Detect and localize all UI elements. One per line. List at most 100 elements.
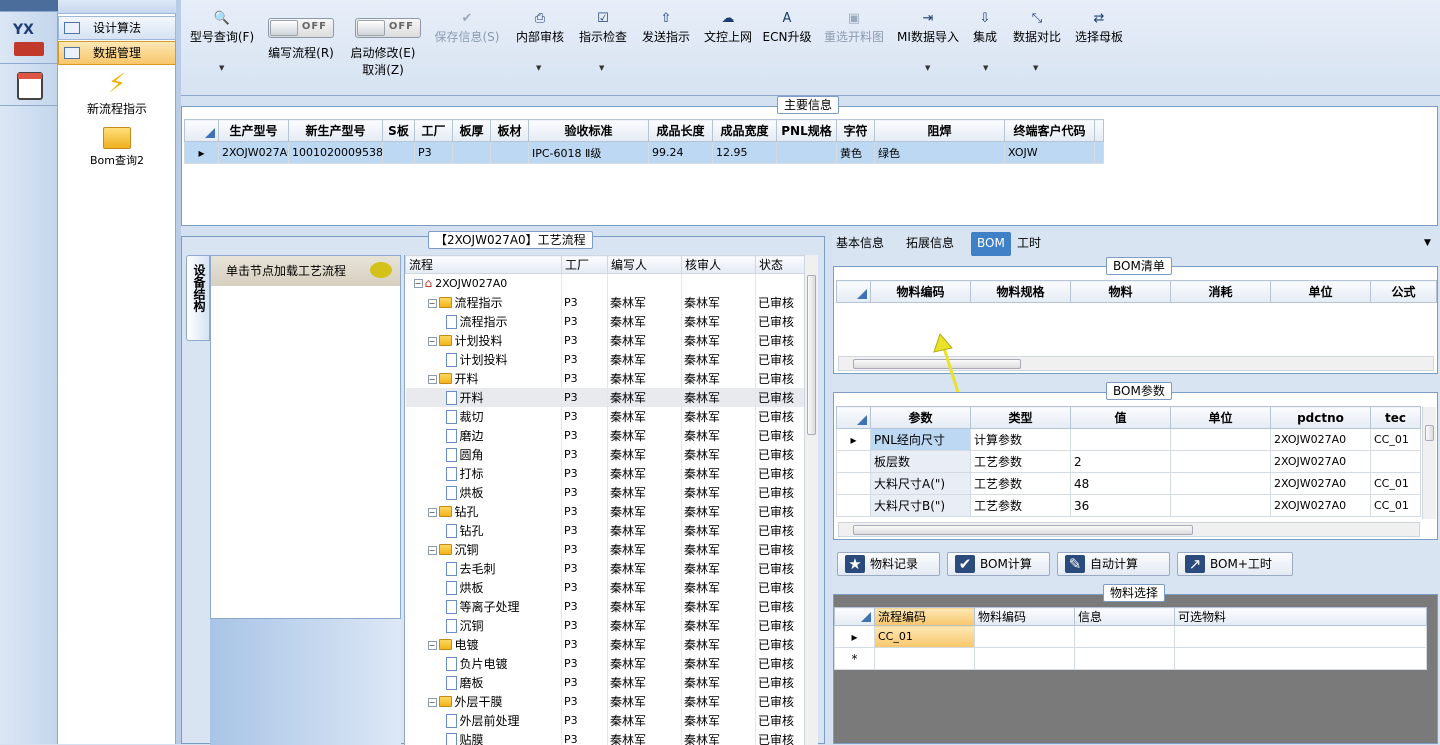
data-compare-button[interactable]: ⤡数据对比 — [1007, 12, 1067, 44]
row-indicator[interactable]: ▸ — [837, 429, 871, 451]
row-indicator[interactable] — [837, 473, 871, 495]
reselect-cut-diagram-button[interactable]: ▣重选开料图 — [819, 12, 889, 44]
table-cell[interactable]: PNL经向尺寸 — [871, 429, 971, 451]
table-cell[interactable] — [1071, 429, 1171, 451]
table-cell[interactable]: 2XOJW027A0 — [1271, 451, 1371, 473]
table-cell[interactable] — [975, 648, 1075, 670]
tree-cell[interactable]: 负片电镀 — [406, 654, 562, 673]
table-cell[interactable]: 12.95 — [713, 142, 777, 164]
column-header[interactable]: 新生产型号 — [289, 120, 383, 142]
device-structure-tab[interactable]: 设备结构 — [186, 255, 210, 341]
table-cell[interactable] — [1075, 648, 1175, 670]
column-header[interactable]: pdctno — [1271, 407, 1371, 429]
table-cell[interactable]: 2XOJW027A0 — [219, 142, 289, 164]
table-row[interactable]: 大料尺寸B(")工艺参数362XOJW027A0CC_01 — [837, 495, 1421, 517]
tree-cell[interactable]: −流程指示 — [406, 293, 562, 312]
mi-import-button[interactable]: ⇥MI数据导入 — [894, 12, 962, 44]
cancel-button[interactable]: 取消(Z) — [353, 63, 413, 77]
column-header[interactable]: 生产型号 — [219, 120, 289, 142]
column-header[interactable]: 状态 — [756, 256, 805, 274]
table-cell[interactable] — [875, 648, 975, 670]
tree-cell[interactable]: −电镀 — [406, 635, 562, 654]
tab-basic-info[interactable]: 基本信息 — [830, 232, 890, 256]
column-header[interactable]: PNL规格 — [777, 120, 837, 142]
tree-row[interactable]: 磨板P3秦林军秦林军已审核 — [406, 673, 805, 692]
table-cell[interactable] — [975, 626, 1075, 648]
column-header[interactable]: 成品宽度 — [713, 120, 777, 142]
table-cell[interactable]: 99.24 — [649, 142, 713, 164]
nav-item-calendar[interactable] — [0, 66, 58, 106]
tree-row[interactable]: −流程指示P3秦林军秦林军已审核 — [406, 293, 805, 312]
table-cell[interactable] — [1171, 495, 1271, 517]
tree-row[interactable]: 流程指示P3秦林军秦林军已审核 — [406, 312, 805, 331]
tree-cell[interactable]: 开料 — [406, 388, 562, 407]
tree-cell[interactable]: 磨边 — [406, 426, 562, 445]
tree-cell[interactable]: 钻孔 — [406, 521, 562, 540]
tree-cell[interactable]: −计划投料 — [406, 331, 562, 350]
auto-calc-button[interactable]: ✎自动计算 — [1057, 552, 1170, 576]
table-cell[interactable]: CC_01 — [1371, 473, 1421, 495]
dropdown-arrow-icon[interactable]: ▼ — [536, 64, 541, 72]
column-header[interactable]: S板 — [383, 120, 415, 142]
table-cell[interactable]: 工艺参数 — [971, 451, 1071, 473]
tree-cell[interactable]: 等离子处理 — [406, 597, 562, 616]
table-cell[interactable]: 黄色 — [837, 142, 875, 164]
table-cell[interactable]: 板层数 — [871, 451, 971, 473]
tree-row[interactable]: 烘板P3秦林军秦林军已审核 — [406, 578, 805, 597]
tab-extended-info[interactable]: 拓展信息 — [900, 232, 960, 256]
tree-cell[interactable]: −开料 — [406, 369, 562, 388]
sidebar-item-bom-query[interactable]: Bom查询2 — [58, 124, 176, 172]
write-flow-toggle[interactable]: OFF — [268, 18, 334, 38]
dropdown-arrow-icon[interactable]: ▼ — [983, 64, 988, 72]
table-cell[interactable]: 2 — [1071, 451, 1171, 473]
tab-bom[interactable]: BOM — [971, 232, 1011, 256]
new-row[interactable]: * — [835, 648, 1427, 670]
tree-row[interactable]: 等离子处理P3秦林军秦林军已审核 — [406, 597, 805, 616]
table-cell[interactable]: 36 — [1071, 495, 1171, 517]
dropdown-arrow-icon[interactable]: ▼ — [1033, 64, 1038, 72]
tree-cell[interactable]: 圆角 — [406, 445, 562, 464]
table-cell[interactable] — [777, 142, 837, 164]
column-header[interactable]: 物料 — [1071, 281, 1171, 303]
table-cell[interactable] — [1075, 626, 1175, 648]
tree-row[interactable]: 裁切P3秦林军秦林军已审核 — [406, 407, 805, 426]
row-indicator[interactable] — [837, 495, 871, 517]
column-header[interactable]: 物料编码 — [871, 281, 971, 303]
collapse-icon[interactable]: − — [428, 508, 437, 517]
column-header[interactable]: 成品长度 — [649, 120, 713, 142]
column-header[interactable]: 物料规格 — [971, 281, 1071, 303]
table-cell[interactable]: 工艺参数 — [971, 473, 1071, 495]
collapse-icon[interactable]: − — [414, 279, 423, 288]
row-indicator[interactable]: ▸ — [185, 142, 219, 164]
tree-row[interactable]: 外层前处理P3秦林军秦林军已审核 — [406, 711, 805, 730]
table-cell[interactable]: XOJW — [1005, 142, 1095, 164]
tree-row[interactable]: 沉铜P3秦林军秦林军已审核 — [406, 616, 805, 635]
instruction-check-button[interactable]: ☑指示检查 — [572, 12, 634, 44]
row-indicator[interactable]: ▸ — [835, 626, 875, 648]
table-row[interactable]: 大料尺寸A(")工艺参数482XOJW027A0CC_01 — [837, 473, 1421, 495]
tree-row[interactable]: 开料P3秦林军秦林军已审核 — [406, 388, 805, 407]
tree-cell[interactable]: 裁切 — [406, 407, 562, 426]
bom-hours-button[interactable]: ↗BOM+工时 — [1177, 552, 1293, 576]
table-cell[interactable] — [1175, 626, 1427, 648]
table-cell[interactable]: CC_01 — [1371, 429, 1421, 451]
column-header[interactable]: 公式 — [1371, 281, 1437, 303]
tree-row[interactable]: 烘板P3秦林军秦林军已审核 — [406, 483, 805, 502]
tree-cell[interactable]: 烘板 — [406, 578, 562, 597]
table-row[interactable]: 板层数工艺参数2 2XOJW027A0 — [837, 451, 1421, 473]
tree-row[interactable]: −沉铜P3秦林军秦林军已审核 — [406, 540, 805, 559]
column-header[interactable]: 流程编码 — [875, 608, 975, 626]
column-header[interactable]: 类型 — [971, 407, 1071, 429]
dropdown-arrow-icon[interactable]: ▼ — [925, 64, 930, 72]
tree-row[interactable]: −电镀P3秦林军秦林军已审核 — [406, 635, 805, 654]
tree-cell[interactable]: −钻孔 — [406, 502, 562, 521]
table-cell[interactable]: 2XOJW027A0 — [1271, 429, 1371, 451]
table-cell[interactable]: 大料尺寸A(") — [871, 473, 971, 495]
upload-network-button[interactable]: ☁文控上网 — [697, 12, 759, 44]
tree-cell[interactable]: 磨板 — [406, 673, 562, 692]
tree-row[interactable]: −计划投料P3秦林军秦林军已审核 — [406, 331, 805, 350]
column-header[interactable]: 板材 — [491, 120, 529, 142]
tree-row[interactable]: −外层干膜P3秦林军秦林军已审核 — [406, 692, 805, 711]
column-header[interactable]: 参数 — [871, 407, 971, 429]
tree-cell[interactable]: 计划投料 — [406, 350, 562, 369]
